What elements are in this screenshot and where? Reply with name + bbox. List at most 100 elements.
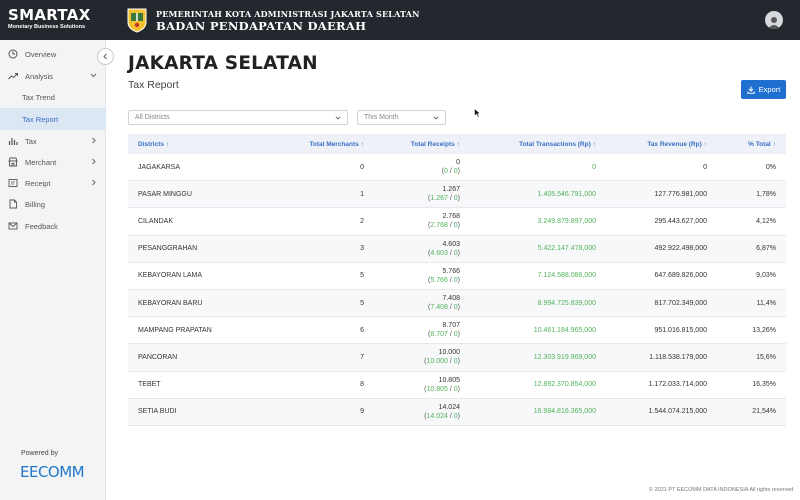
percent-cell: 6,87%: [756, 245, 776, 253]
revenue-cell: 647.689.826,000: [654, 272, 707, 280]
district-cell: PESANGGRAHAN: [138, 245, 198, 253]
trend-icon: [8, 73, 18, 80]
sidebar-item-label: Tax Trend: [22, 92, 55, 102]
government-line-2: BADAN PENDAPATAN DAERAH: [156, 19, 367, 33]
revenue-cell: 1.172.033.714,000: [648, 381, 707, 389]
receipts-breakdown: (10.000 / 0): [424, 358, 460, 366]
top-bar: SMARTAX Monetary Business Solutions PEME…: [0, 0, 800, 40]
sidebar: Overview Analysis Tax Trend Tax Report T…: [0, 40, 106, 500]
period-filter-select[interactable]: This Month: [357, 110, 446, 125]
sidebar-collapse-button[interactable]: [97, 48, 114, 65]
user-avatar[interactable]: [765, 11, 783, 29]
chevron-right-icon: [92, 137, 96, 144]
district-cell: TEBET: [138, 381, 161, 389]
merchants-cell: 3: [360, 245, 364, 253]
mouse-cursor-icon: [474, 108, 481, 118]
column-header-tax-revenue[interactable]: Tax Revenue (Rp) ↑: [647, 141, 707, 148]
chevron-right-icon: [92, 158, 96, 165]
receipt-icon: [8, 179, 18, 187]
brand-logo[interactable]: SMARTAX Monetary Business Solutions: [0, 0, 106, 40]
table-row[interactable]: KEBAYORAN BARU 5 7.408 (7.408 / 0) 8.994…: [128, 289, 786, 318]
receipts-cell: 4.603 (4.603 / 0): [428, 241, 460, 257]
receipts-total: 4.603: [442, 240, 460, 248]
receipts-breakdown: (0 / 0): [441, 168, 460, 176]
sidebar-item-tax-report[interactable]: Tax Report: [0, 108, 106, 130]
sidebar-item-billing[interactable]: Billing: [0, 193, 106, 215]
district-filter-value: All Districts: [135, 114, 170, 121]
district-filter-select[interactable]: All Districts: [128, 110, 348, 125]
column-header-districts[interactable]: Districts ↑: [138, 141, 169, 148]
receipts-cell: 0 (0 / 0): [442, 159, 460, 175]
sidebar-item-label: Feedback: [25, 221, 58, 231]
period-filter-value: This Month: [364, 114, 399, 121]
government-title: PEMERINTAH KOTA ADMINISTRASI JAKARTA SEL…: [156, 9, 420, 33]
brand-name: SMARTAX: [8, 6, 91, 24]
transactions-cell: 7.124.588.086,000: [537, 272, 596, 280]
column-header-percent-total[interactable]: % Total ↑: [748, 141, 776, 148]
table-row[interactable]: MAMPANG PRAPATAN 6 8.707 (8.707 / 0) 10.…: [128, 317, 786, 345]
receipts-breakdown: (5.766 / 0): [428, 276, 460, 284]
column-header-total-merchants[interactable]: Total Merchants ↑: [309, 141, 364, 148]
chevron-down-icon: [90, 73, 97, 78]
receipts-cell: 10.805 (10.805 / 0): [424, 377, 460, 393]
table-row[interactable]: JAGAKARSA 0 0 (0 / 0) 0 0 0%: [128, 154, 786, 182]
receipts-total: 10.000: [438, 349, 460, 357]
sidebar-item-analysis[interactable]: Analysis: [0, 65, 106, 87]
table-row[interactable]: TEBET 8 10.805 (10.805 / 0) 12.892.370.8…: [128, 372, 786, 399]
sidebar-item-label: Merchant: [25, 157, 57, 167]
sidebar-item-overview[interactable]: Overview: [0, 43, 106, 65]
powered-by-label: Powered by: [21, 450, 58, 457]
revenue-cell: 492.922.498,000: [654, 245, 707, 253]
government-line-1: PEMERINTAH KOTA ADMINISTRASI JAKARTA SEL…: [156, 9, 420, 19]
export-button[interactable]: Export: [741, 80, 786, 99]
district-cell: CILANDAK: [138, 217, 174, 225]
revenue-cell: 951.016.815,000: [654, 326, 707, 334]
revenue-cell: 0: [703, 163, 707, 171]
sidebar-item-merchant[interactable]: Merchant: [0, 151, 106, 173]
receipts-total: 2.768: [442, 213, 460, 221]
chevron-down-icon: [335, 116, 341, 120]
percent-cell: 15,6%: [756, 353, 776, 361]
district-cell: PANCORAN: [138, 353, 178, 361]
chevron-down-icon: [433, 116, 439, 120]
mail-icon: [8, 222, 18, 230]
transactions-cell: 5.422.147.478,000: [537, 245, 596, 253]
sidebar-item-tax[interactable]: Tax: [0, 130, 106, 152]
table-row[interactable]: PESANGGRAHAN 3 4.603 (4.603 / 0) 5.422.1…: [128, 235, 786, 263]
district-cell: MAMPANG PRAPATAN: [138, 326, 212, 334]
table-row[interactable]: SETIA BUDI 9 14.024 (14.024 / 0) 16.984.…: [128, 398, 786, 426]
store-icon: [8, 157, 18, 167]
government-emblem-icon: [127, 8, 147, 33]
receipts-cell: 14.024 (14.024 / 0): [424, 404, 460, 420]
column-header-total-receipts[interactable]: Total Receipts ↑: [411, 141, 460, 148]
receipts-breakdown: (1.267 / 0): [428, 195, 460, 203]
receipts-breakdown: (2.768 / 0): [428, 222, 460, 230]
table-row[interactable]: PANCORAN 7 10.000 (10.000 / 0) 12.303.91…: [128, 344, 786, 372]
sidebar-item-receipt[interactable]: Receipt: [0, 172, 106, 194]
table-header: Districts ↑ Total Merchants ↑ Total Receip…: [128, 134, 786, 154]
page-subtitle: Tax Report: [128, 79, 179, 91]
sidebar-item-tax-trend[interactable]: Tax Trend: [0, 86, 106, 108]
merchants-cell: 7: [360, 353, 364, 361]
merchants-cell: 6: [360, 326, 364, 334]
receipts-total: 8.707: [442, 322, 460, 330]
tax-report-table: Districts ↑ Total Merchants ↑ Total Receip…: [128, 134, 786, 426]
receipts-total: 10.805: [438, 376, 460, 384]
receipts-cell: 2.768 (2.768 / 0): [428, 213, 460, 229]
revenue-cell: 1.544.074.215,000: [648, 408, 707, 416]
table-row[interactable]: PASAR MINGGU 1 1.267 (1.267 / 0) 1.405.5…: [128, 181, 786, 209]
sidebar-item-feedback[interactable]: Feedback: [0, 215, 106, 237]
table-row[interactable]: KEBAYORAN LAMA 5 5.766 (5.766 / 0) 7.124…: [128, 263, 786, 290]
district-cell: KEBAYORAN LAMA: [138, 272, 203, 280]
transactions-cell: 12.303.919.969,000: [533, 353, 596, 361]
column-header-total-transactions[interactable]: Total Transactions (Rp) ↑: [519, 141, 596, 148]
receipts-total: 0: [456, 159, 460, 167]
user-icon: [768, 17, 780, 29]
table-row[interactable]: CILANDAK 2 2.768 (2.768 / 0) 3.249.879.8…: [128, 208, 786, 236]
percent-cell: 21,54%: [752, 408, 776, 416]
percent-cell: 0%: [765, 163, 776, 171]
chevron-left-icon: [103, 53, 107, 60]
receipts-breakdown: (10.805 / 0): [424, 385, 460, 393]
district-cell: KEBAYORAN BARU: [138, 299, 203, 307]
bar-chart-icon: [8, 138, 18, 145]
